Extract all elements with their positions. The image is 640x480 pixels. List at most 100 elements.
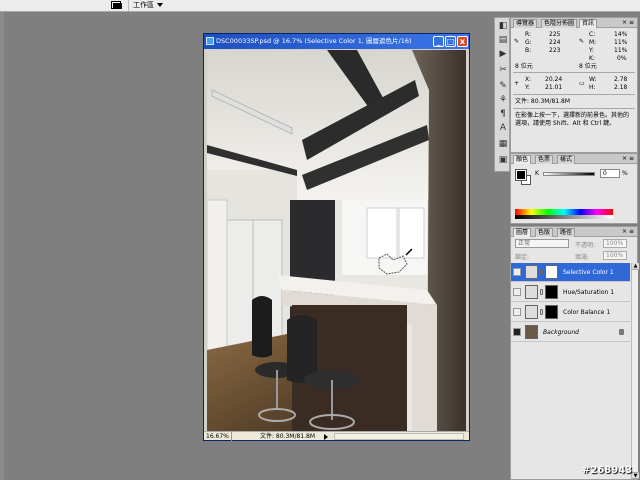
document-title-bar[interactable]: DSC00033SP.psd @ 16.7% (Selective Color …: [204, 34, 469, 49]
layers-panel-tabs: 圖層 色版 路徑 × ≡: [511, 227, 637, 237]
layer-comps-icon[interactable]: ▦: [498, 139, 508, 149]
link-icon[interactable]: [540, 309, 543, 315]
link-icon[interactable]: [540, 289, 543, 295]
divider: [513, 72, 635, 73]
fill-label: 填滿:: [575, 254, 590, 261]
h-value: 2.18: [614, 84, 628, 91]
panel-close-icon[interactable]: ×: [622, 19, 627, 26]
info-panel-tabs: 導覽器 色階分佈圖 資訊 × ≡: [511, 18, 637, 28]
divider: [513, 94, 635, 95]
adjustment-icon: [525, 285, 538, 299]
layer-row[interactable]: Background: [511, 323, 630, 342]
panel-menu-icon[interactable]: ≡: [629, 156, 634, 162]
foreground-color-swatch[interactable]: [515, 169, 527, 181]
tool-presets-icon[interactable]: ✂: [498, 65, 508, 75]
layers-panel: 圖層 色版 路徑 × ≡ 正常 不透明: 100% 鎖定: 填滿: 100% S…: [510, 226, 639, 480]
y-value: 11%: [614, 47, 628, 54]
crosshair-icon: +: [514, 80, 520, 87]
hint-line-1: 在影像上按一下，選擇新的前景色。其他的: [515, 112, 630, 119]
c-label: C:: [589, 31, 596, 38]
tab-navigator[interactable]: 導覽器: [513, 19, 538, 28]
layers-scrollbar[interactable]: ▲ ▼: [631, 263, 639, 479]
tab-histogram[interactable]: 色階分佈圖: [541, 19, 578, 28]
horizontal-scrollbar[interactable]: [334, 433, 464, 440]
status-menu-arrow-icon[interactable]: [324, 434, 328, 440]
tab-info[interactable]: 資訊: [579, 19, 598, 28]
hint-line-2: 選項，請使用 Shift、Alt 和 Ctrl 鍵。: [515, 120, 616, 127]
brushes-icon[interactable]: ✎: [498, 81, 508, 91]
y-pos-value: 21.01: [545, 84, 563, 91]
b-value: 223: [549, 47, 561, 54]
panel-menu-icon[interactable]: ≡: [629, 20, 634, 26]
k-unit: %: [622, 170, 628, 177]
r-label: R:: [525, 31, 532, 38]
workspace-label: 工作區: [133, 1, 154, 9]
tab-paths[interactable]: 路徑: [557, 228, 576, 237]
scroll-up-icon[interactable]: ▲: [632, 263, 639, 270]
layer-mask-thumb[interactable]: [545, 285, 558, 299]
info-panel: 導覽器 色階分佈圖 資訊 × ≡ ✎ R: 225 G: 224 B: 223 …: [510, 17, 638, 153]
layer-name: Hue/Saturation 1: [563, 289, 615, 296]
document-size: 文件: 80.3M/81.8M: [515, 98, 571, 105]
maximize-button[interactable]: □: [445, 36, 456, 47]
file-size: 文件: 80.3M/81.8M: [260, 433, 316, 440]
minimize-button[interactable]: _: [433, 36, 444, 47]
visibility-toggle[interactable]: [513, 268, 521, 276]
tab-styles[interactable]: 樣式: [557, 155, 576, 164]
layer-name: Background: [543, 329, 579, 336]
layer-mask-thumb[interactable]: [545, 305, 558, 319]
k-value-input[interactable]: 0: [600, 169, 620, 178]
workspace-menu[interactable]: 工作區: [128, 0, 167, 11]
color-panel: 顏色 色票 樣式 × ≡ K 0 %: [510, 153, 638, 224]
screen-mode-icon[interactable]: [111, 1, 123, 10]
paragraph-icon[interactable]: ¶: [498, 109, 508, 119]
panel-menu-icon[interactable]: ≡: [629, 229, 634, 235]
layer-row[interactable]: Hue/Saturation 1: [511, 283, 630, 302]
history-icon[interactable]: ▤: [498, 35, 508, 45]
visibility-toggle[interactable]: [513, 288, 521, 296]
y-label: Y:: [589, 47, 594, 54]
image-canvas[interactable]: [207, 50, 466, 431]
x-label: X:: [525, 76, 532, 83]
visibility-toggle[interactable]: [513, 308, 521, 316]
eye-icon[interactable]: [513, 328, 521, 336]
k-slider[interactable]: [543, 172, 595, 176]
y-pos-label: Y:: [525, 84, 530, 91]
tab-layers[interactable]: 圖層: [513, 228, 532, 237]
fill-input[interactable]: 100%: [603, 251, 627, 260]
close-button[interactable]: x: [457, 36, 468, 47]
h-label: H:: [589, 84, 596, 91]
zoom-level[interactable]: 16.67%: [206, 432, 232, 441]
g-label: G:: [525, 39, 532, 46]
x-value: 20.24: [545, 76, 563, 83]
g-value: 224: [549, 39, 561, 46]
options-bar: 工作區: [0, 0, 640, 12]
clone-source-icon[interactable]: ⚘: [498, 95, 508, 105]
divider: [513, 108, 635, 109]
layer-mask-thumb[interactable]: [545, 265, 558, 279]
opacity-input[interactable]: 100%: [603, 239, 627, 248]
panel-close-icon[interactable]: ×: [622, 228, 627, 235]
actions-icon[interactable]: ▶: [498, 49, 508, 59]
layer-row[interactable]: Selective Color 1: [511, 263, 630, 282]
blend-mode-select[interactable]: 正常: [515, 239, 569, 248]
layer-row[interactable]: Color Balance 1: [511, 303, 630, 322]
m-label: M:: [589, 39, 597, 46]
scroll-down-icon[interactable]: ▼: [632, 472, 639, 479]
document-window[interactable]: DSC00033SP.psd @ 16.7% (Selective Color …: [203, 33, 470, 441]
left-dock-edge: [0, 12, 4, 480]
tab-swatches[interactable]: 色票: [535, 155, 554, 164]
notes-icon[interactable]: ▣: [498, 155, 508, 165]
bit-depth-right: 8 位元: [579, 63, 597, 70]
opacity-label: 不透明:: [575, 242, 596, 249]
link-icon[interactable]: [540, 269, 543, 275]
cmyk-eyedropper-icon: ✎: [579, 38, 585, 45]
tab-channels[interactable]: 色版: [535, 228, 554, 237]
navigator-icon[interactable]: ◧: [498, 21, 508, 31]
tab-color[interactable]: 顏色: [513, 155, 532, 164]
color-spectrum-ramp[interactable]: [515, 209, 613, 219]
character-icon[interactable]: A: [498, 123, 508, 133]
w-value: 2.78: [614, 76, 628, 83]
r-value: 225: [549, 31, 561, 38]
panel-close-icon[interactable]: ×: [622, 155, 627, 162]
